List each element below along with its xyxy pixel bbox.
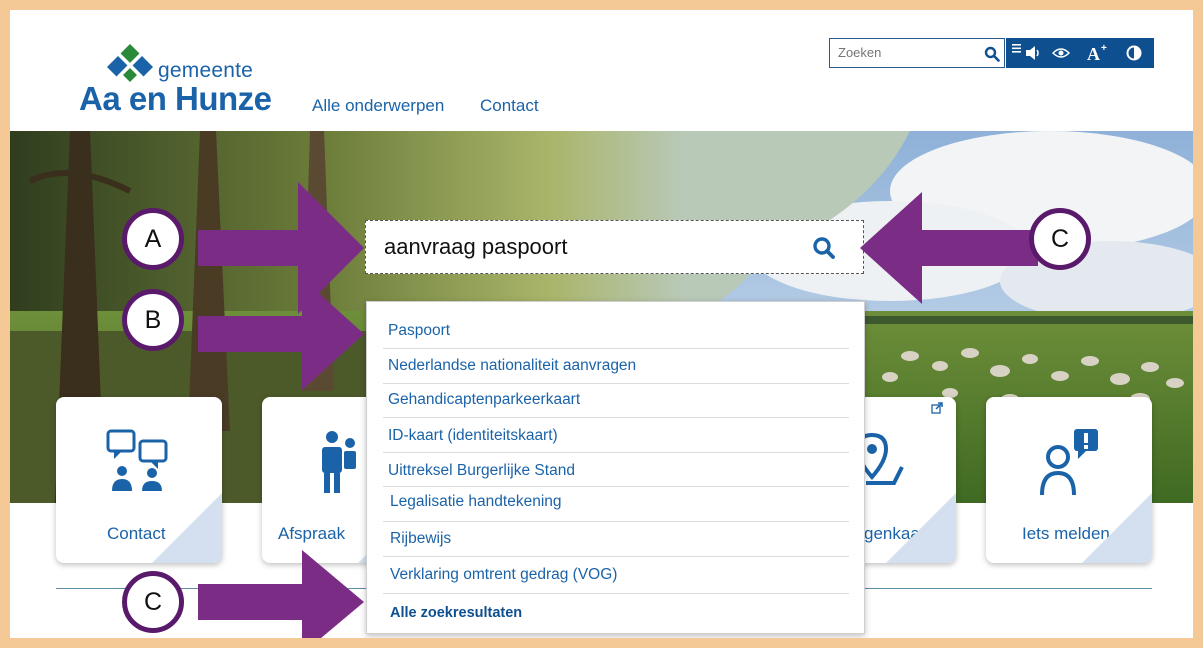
search-suggestions-dropdown: Paspoort Nederlandse nationaliteit aanvr… (366, 301, 865, 634)
main-search-box[interactable]: aanvraag paspoort (365, 220, 864, 274)
annotation-label-a: A (122, 208, 184, 270)
svg-text:+: + (1101, 43, 1107, 54)
svg-text:A: A (1087, 44, 1100, 63)
menu-icon[interactable] (1012, 44, 1021, 53)
eye-icon[interactable] (1052, 47, 1070, 59)
font-size-icon[interactable]: A + (1086, 43, 1110, 63)
search-icon[interactable] (984, 46, 1000, 62)
tile-iets-melden[interactable]: Iets melden (986, 397, 1152, 563)
suggestion-item[interactable]: Nederlandse nationaliteit aanvragen (367, 357, 864, 375)
suggestion-divider (383, 556, 849, 557)
suggestion-item[interactable]: Legalisatie handtekening (367, 493, 864, 511)
suggestion-divider (383, 521, 849, 522)
suggestion-item[interactable]: Gehandicaptenparkeerkaart (367, 391, 864, 409)
page-frame: gemeente Aa en Hunze Alle onderwerpen Co… (10, 10, 1193, 638)
logo-mark-icon (107, 44, 153, 82)
nav-contact[interactable]: Contact (480, 96, 539, 116)
tile-afspraak-label: Afspraak (278, 524, 346, 543)
tile-corner-decoration (886, 493, 956, 563)
suggestion-divider (383, 417, 849, 418)
nav-alle-onderwerpen[interactable]: Alle onderwerpen (312, 96, 444, 116)
annotation-arrow-c-bottom (198, 550, 364, 638)
suggestion-divider (383, 452, 849, 453)
search-icon[interactable] (812, 236, 836, 260)
suggestion-item[interactable]: ID-kaart (identiteitskaart) (367, 427, 864, 445)
annotation-label-b: B (122, 289, 184, 351)
all-search-results-link[interactable]: Alle zoekresultaten (367, 605, 864, 621)
external-link-icon (931, 402, 943, 414)
suggestion-divider (383, 593, 849, 594)
accessibility-toolbar: A + (1006, 38, 1154, 68)
suggestion-divider (383, 383, 849, 384)
suggestion-item[interactable]: Verklaring omtrent gedrag (VOG) (367, 566, 864, 584)
suggestion-item[interactable]: Uittreksel Burgerlijke Stand (367, 462, 864, 480)
tile-contact[interactable]: Contact (56, 397, 222, 563)
suggestion-divider (383, 348, 849, 349)
annotation-label-c-bottom: C (122, 571, 184, 633)
header-search-box[interactable] (829, 38, 1005, 68)
chat-people-icon (106, 429, 168, 491)
header-search-input[interactable] (836, 44, 980, 61)
contrast-icon[interactable] (1126, 45, 1142, 61)
annotation-arrow-b (198, 278, 364, 390)
speaker-icon[interactable] (1026, 46, 1042, 60)
tile-corner-decoration (1082, 493, 1152, 563)
suggestion-divider (383, 486, 849, 487)
logo-text-main[interactable]: Aa en Hunze (79, 80, 272, 118)
annotation-arrow-c-top (860, 192, 1038, 304)
person-alert-icon (1040, 429, 1098, 496)
suggestion-item[interactable]: Paspoort (367, 322, 864, 340)
family-icon (322, 431, 356, 493)
annotation-label-c-top: C (1029, 208, 1091, 270)
suggestion-item[interactable]: Rijbewijs (367, 530, 864, 548)
main-search-input[interactable]: aanvraag paspoort (384, 234, 567, 260)
